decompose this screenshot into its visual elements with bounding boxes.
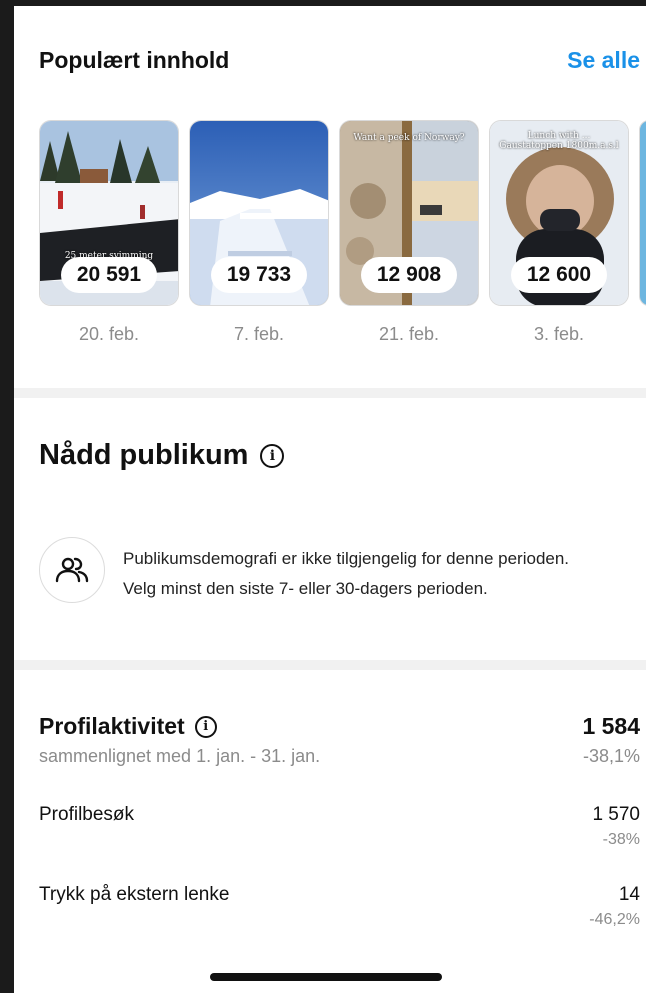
profile-activity-title: Profilaktivitet i	[39, 713, 217, 740]
audience-message: Publikumsdemografi er ikke tilgjengelig …	[123, 544, 643, 604]
thumbnail-item[interactable]: 19 733	[189, 120, 329, 306]
see-all-link[interactable]: Se alle	[567, 47, 640, 74]
metric-label-profile-visits: Profilbesøk	[39, 804, 135, 825]
thumbnail-item[interactable]: Lunch with ... Gaustatoppen 1800m.a.s.l …	[489, 120, 629, 306]
audience-title-text: Nådd publikum	[39, 439, 249, 471]
thumbnail-item[interactable]: 25 meter svimming 20 591	[39, 120, 179, 306]
post-date: 20. feb.	[78, 324, 140, 344]
post-date: 7. feb.	[233, 324, 285, 344]
audience-title: Nådd publikum i	[39, 439, 285, 472]
metric-value-external-link: 14	[618, 884, 640, 905]
home-indicator[interactable]	[210, 973, 442, 981]
audience-message-line2: Velg minst den siste 7- eller 30-dagers …	[123, 579, 488, 598]
post-date: 3. feb.	[533, 324, 585, 344]
audience-icon-circle	[39, 537, 105, 603]
left-edge	[0, 0, 14, 993]
metric-change-external-link: -46,2%	[589, 911, 640, 928]
thumbnail-caption: Want a peek of Norway?	[353, 133, 465, 143]
popular-thumbnails[interactable]: 25 meter svimming 20 591 19 733 Want a p…	[39, 120, 646, 310]
section-divider	[14, 388, 646, 398]
popular-title: Populært innhold	[39, 46, 230, 73]
thumbnail-image[interactable]: Want a peek of Norway? 12 908	[339, 120, 479, 306]
thumbnail-item[interactable]: Want a peek of Norway? 12 908	[339, 120, 479, 306]
thumbnail-caption: Lunch with ... Gaustatoppen 1800m.a.s.l	[499, 131, 619, 151]
profile-activity-total: 1 584	[582, 713, 640, 739]
content: Populært innhold Se alle 25 meter svimmi…	[14, 6, 646, 993]
view-count: 12 600	[511, 257, 607, 293]
screen: Populært innhold Se alle 25 meter svimmi…	[0, 0, 646, 993]
info-icon[interactable]: i	[194, 715, 217, 738]
view-count: 20 591	[61, 257, 157, 293]
profile-activity-comparison: sammenlignet med 1. jan. - 31. jan.	[39, 746, 321, 766]
thumbnail-image[interactable]: 19 733	[189, 120, 329, 306]
thumbnail-item-partial[interactable]	[639, 120, 646, 306]
info-icon[interactable]: i	[260, 443, 285, 468]
metric-label-external-link: Trykk på ekstern lenke	[39, 884, 230, 905]
view-count: 12 908	[361, 257, 457, 293]
thumbnail-image[interactable]: 25 meter svimming 20 591	[39, 120, 179, 306]
audience-message-line1: Publikumsdemografi er ikke tilgjengelig …	[123, 549, 570, 568]
people-icon	[55, 557, 89, 583]
profile-activity-title-text: Profilaktivitet	[39, 713, 185, 739]
section-divider	[14, 660, 646, 670]
view-count: 19 733	[211, 257, 307, 293]
thumbnail-image[interactable]: Lunch with ... Gaustatoppen 1800m.a.s.l …	[489, 120, 629, 306]
metric-value-profile-visits: 1 570	[592, 804, 640, 825]
profile-activity-total-change: -38,1%	[582, 746, 640, 766]
metric-change-profile-visits: -38%	[602, 831, 640, 848]
popular-header: Populært innhold Se alle	[39, 44, 640, 76]
thumbnail-image[interactable]	[639, 120, 646, 306]
post-date: 21. feb.	[378, 324, 440, 344]
